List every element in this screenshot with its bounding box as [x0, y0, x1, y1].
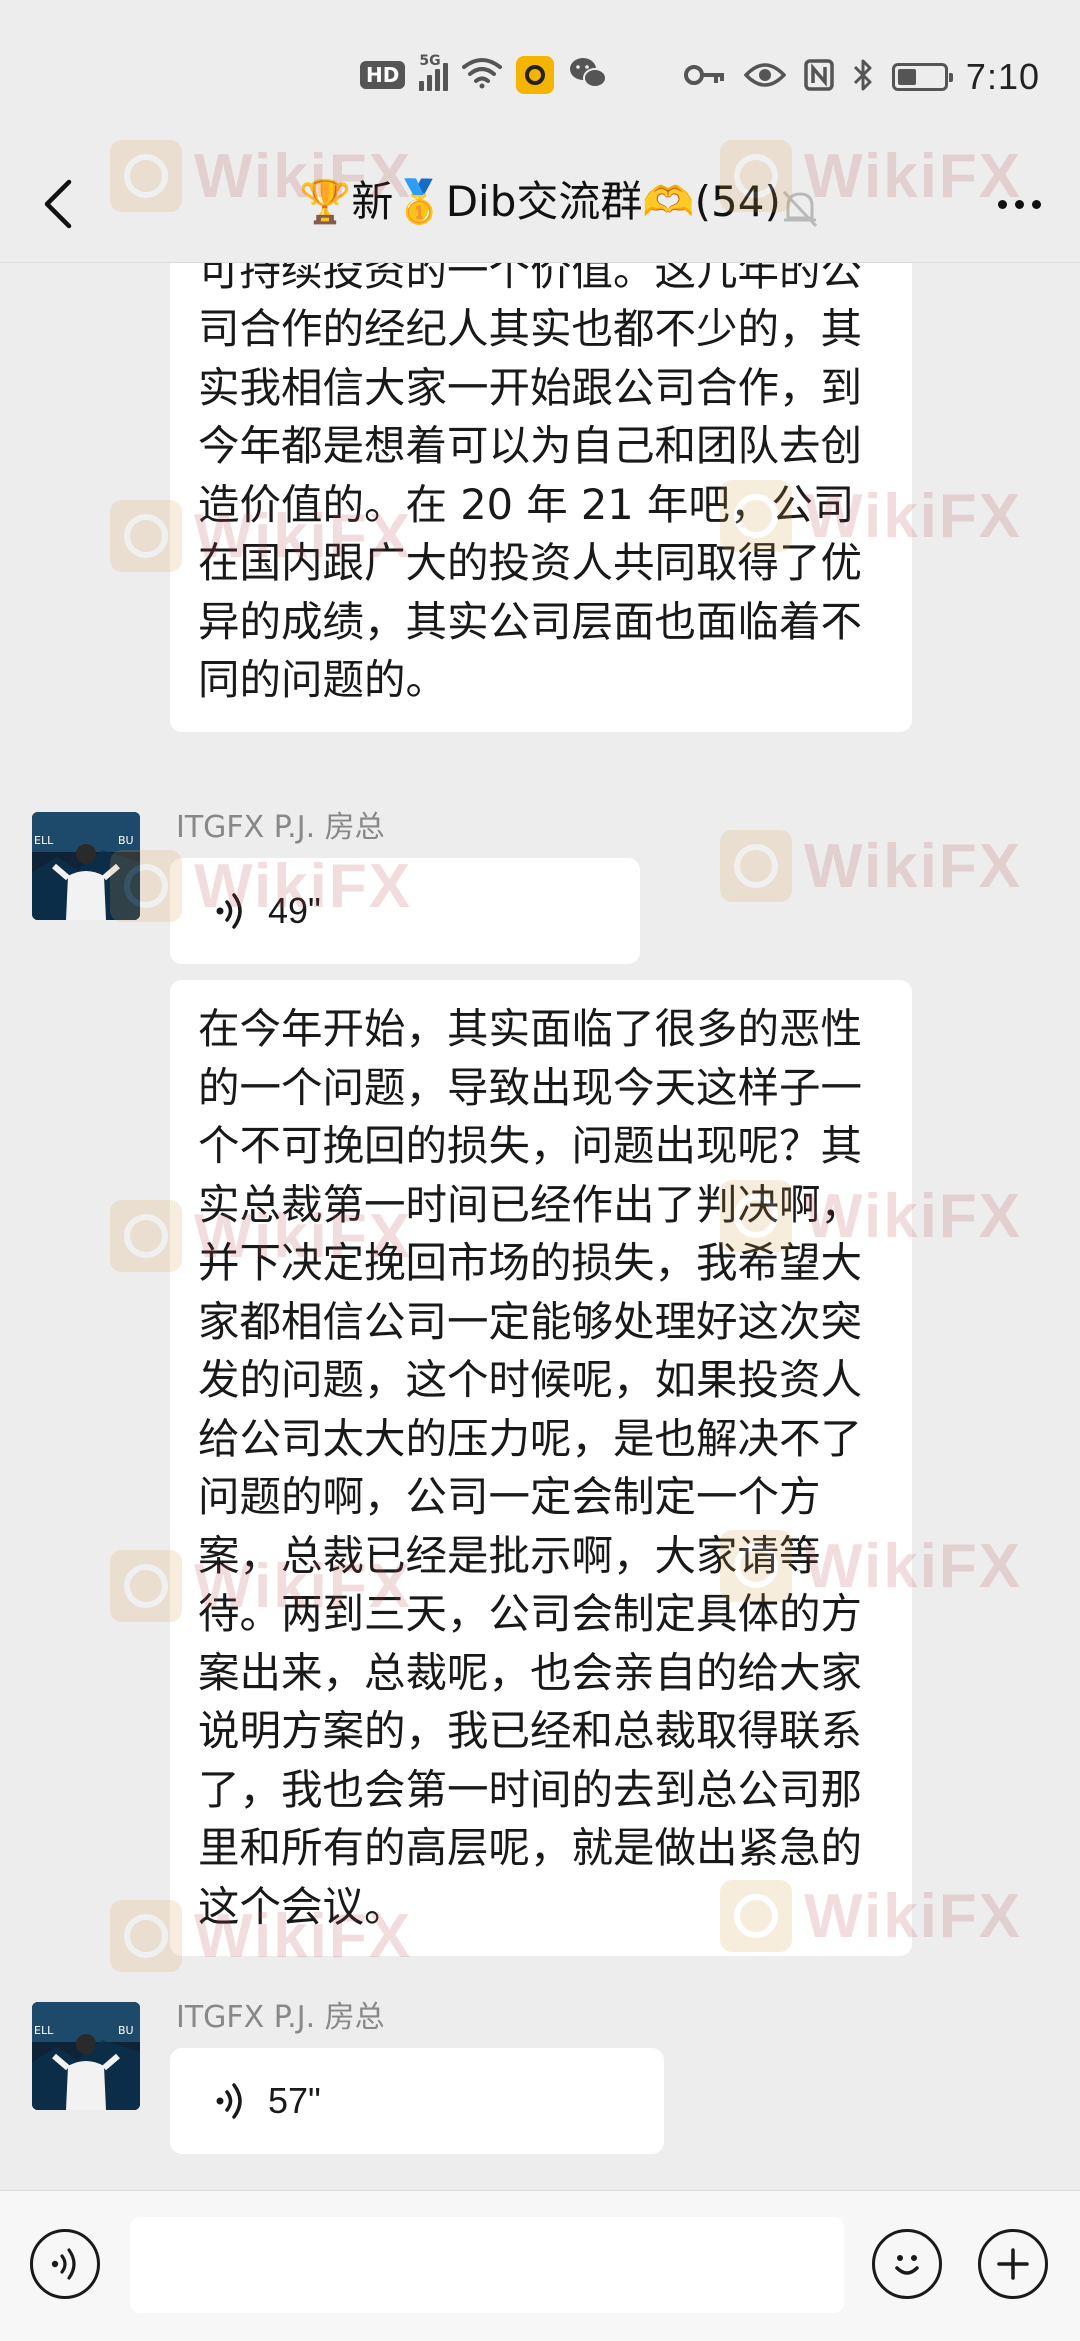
status-left: HD 5G	[360, 53, 608, 94]
chat-header: 🏆新🥇Dib交流群🫶(54)	[0, 150, 1080, 263]
sender-name: ITGFX P.J. 房总	[176, 810, 385, 845]
avatar[interactable]: ELL BU	[32, 2002, 140, 2110]
dot-icon	[1014, 199, 1024, 209]
message-input[interactable]	[130, 2217, 844, 2313]
message-text: 合作的理念。为经纪人、投资人创造可持续投资的一个价值。这几年的公司合作的经纪人其…	[198, 263, 863, 704]
chat-title: 🏆新🥇Dib交流群🫶(54)	[299, 177, 781, 226]
voice-input-button[interactable]	[30, 2229, 100, 2299]
message-text: 在今年开始，其实面临了很多的恶性的一个问题，导致出现今天这样子一个不可挽回的损失…	[198, 1004, 863, 1931]
more-options-button[interactable]	[984, 172, 1054, 236]
plus-icon	[997, 2248, 1029, 2280]
app-notification-icon	[516, 56, 555, 94]
network-gen-label: 5G	[419, 53, 441, 69]
voice-duration: 57"	[268, 2080, 321, 2121]
dot-icon	[1031, 199, 1041, 209]
battery-icon	[891, 63, 953, 91]
emoji-button[interactable]	[872, 2229, 942, 2299]
nfc-icon	[804, 59, 834, 95]
clock: 7:10	[965, 56, 1040, 97]
voice-wave-icon	[214, 891, 248, 931]
message-row: ELL BU ITGFX P.J. 房总 49"	[32, 810, 732, 972]
status-right: 7:10	[683, 56, 1040, 98]
status-bar: HD 5G 7:10	[0, 0, 1080, 150]
signal-icon: 5G	[419, 53, 449, 91]
avatar[interactable]: ELL BU	[32, 812, 140, 920]
svg-text:ELL: ELL	[34, 2024, 54, 2037]
voice-duration: 49"	[268, 890, 321, 931]
svg-text:BU: BU	[118, 2024, 134, 2037]
bluetooth-icon	[852, 58, 874, 96]
voice-wave-icon	[51, 2248, 76, 2280]
smiley-icon	[895, 2255, 919, 2275]
key-icon	[683, 63, 726, 91]
message-bubble[interactable]: 在今年开始，其实面临了很多的恶性的一个问题，导致出现今天这样子一个不可挽回的损失…	[170, 980, 912, 1956]
hd-badge: HD	[360, 61, 406, 89]
voice-message-bubble[interactable]: 57"	[170, 2048, 664, 2154]
svg-text:BU: BU	[118, 834, 134, 847]
eye-icon	[743, 61, 787, 93]
input-bar	[0, 2190, 1080, 2341]
wechat-icon	[568, 56, 608, 94]
mute-bell-icon	[780, 188, 820, 234]
message-bubble[interactable]: 合作的理念。为经纪人、投资人创造可持续投资的一个价值。这几年的公司合作的经纪人其…	[170, 263, 912, 732]
svg-text:ELL: ELL	[34, 834, 54, 847]
voice-wave-icon	[214, 2081, 248, 2121]
voice-message-bubble[interactable]: 49"	[170, 858, 640, 964]
add-more-button[interactable]	[978, 2229, 1048, 2299]
message-list[interactable]: 合作的理念。为经纪人、投资人创造可持续投资的一个价值。这几年的公司合作的经纪人其…	[0, 263, 1080, 2190]
message-row: ELL BU ITGFX P.J. 房总 57"	[32, 2000, 732, 2162]
wifi-icon	[462, 57, 503, 93]
dot-icon	[997, 199, 1007, 209]
sender-name: ITGFX P.J. 房总	[176, 2000, 385, 2035]
